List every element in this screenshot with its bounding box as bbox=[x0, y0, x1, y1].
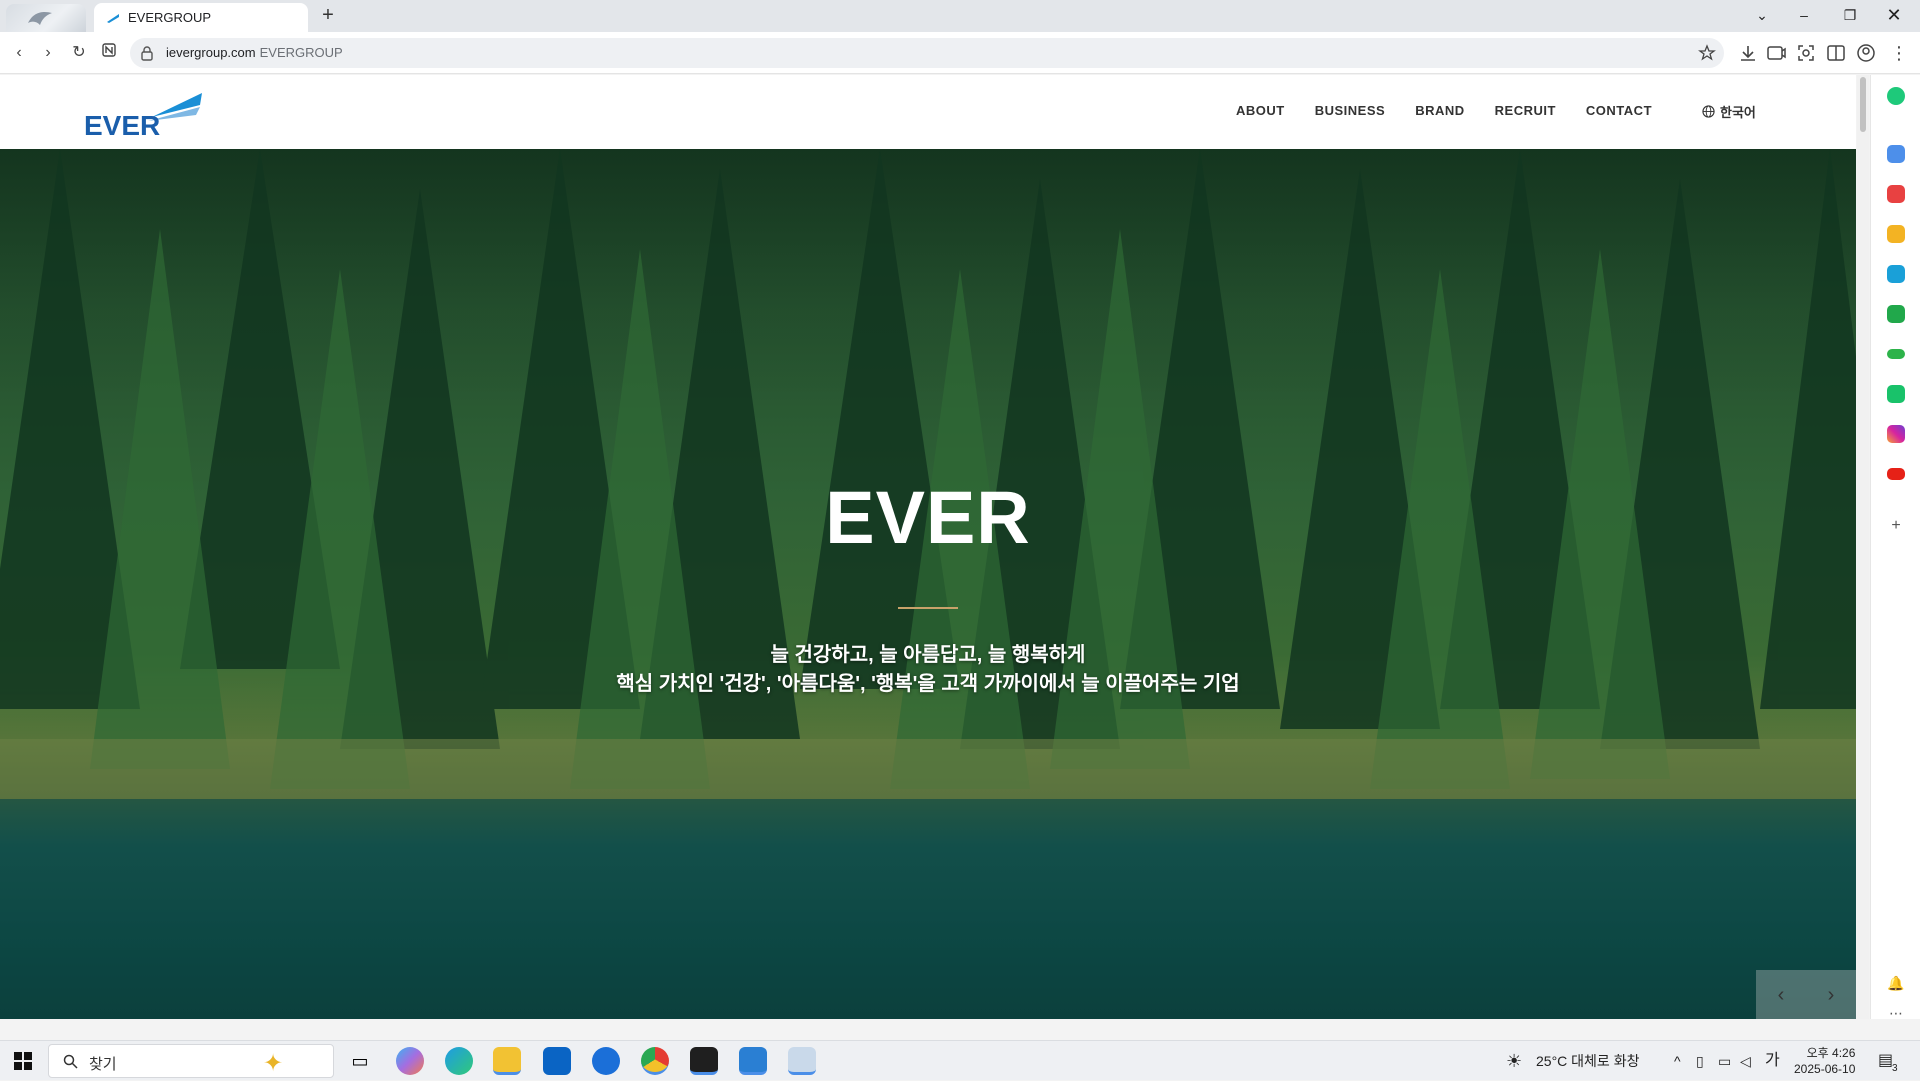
tray-chevron-icon[interactable]: ^ bbox=[1674, 1041, 1681, 1081]
chrome-icon[interactable] bbox=[641, 1047, 669, 1075]
tab-evergroup[interactable]: EVERGROUP bbox=[94, 3, 308, 32]
add-app-icon[interactable]: + bbox=[1887, 517, 1905, 535]
hero-title: EVER bbox=[825, 476, 1031, 559]
nav-about[interactable]: ABOUT bbox=[1236, 103, 1285, 118]
outlook-icon[interactable] bbox=[543, 1047, 571, 1075]
taskbar-search[interactable]: 찾기 ✦ bbox=[48, 1044, 334, 1078]
volume-muted-icon[interactable]: ◁ bbox=[1740, 1041, 1751, 1081]
clock-time: 오후 4:26 bbox=[1806, 1046, 1856, 1060]
notification-count: 3 bbox=[1892, 1063, 1898, 1074]
tab-title: EVERGROUP bbox=[128, 10, 212, 25]
slide-prev-button[interactable]: ‹ bbox=[1756, 970, 1806, 1019]
nav-brand[interactable]: BRAND bbox=[1415, 103, 1464, 118]
notification-icon[interactable]: ▤ bbox=[1878, 1041, 1893, 1081]
chat-app-icon[interactable] bbox=[1887, 385, 1905, 403]
figma-icon[interactable] bbox=[690, 1047, 718, 1075]
address-bar[interactable]: ievergroup.com EVERGROUP bbox=[130, 38, 1724, 68]
close-button[interactable]: ✕ bbox=[1872, 0, 1916, 32]
shopping-app-icon[interactable] bbox=[1887, 305, 1905, 323]
back-button[interactable]: ‹ bbox=[6, 40, 32, 66]
main-nav: ABOUT BUSINESS BRAND RECRUIT CONTACT bbox=[1236, 103, 1682, 118]
windows-start-icon[interactable] bbox=[14, 1052, 32, 1070]
clock-date: 2025-06-10 bbox=[1794, 1062, 1856, 1076]
whale-browser-icon[interactable] bbox=[788, 1047, 816, 1075]
hero-banner bbox=[0, 149, 1856, 1019]
restore-button[interactable]: ❐ bbox=[1828, 0, 1872, 32]
url-text: ievergroup.com EVERGROUP bbox=[166, 45, 343, 60]
stock-app-icon[interactable] bbox=[1887, 349, 1905, 359]
clock[interactable]: 오후 4:26 2025-06-10 bbox=[1794, 1045, 1855, 1077]
green-assistant-icon[interactable] bbox=[1887, 87, 1905, 105]
reload-button[interactable]: ↻ bbox=[66, 40, 92, 66]
search-placeholder: 찾기 bbox=[89, 1056, 117, 1073]
youtube-icon[interactable] bbox=[1887, 468, 1905, 480]
more-apps-icon[interactable]: ⋯ bbox=[1887, 1005, 1905, 1023]
site-header: EVER ABOUT BUSINESS BRAND RECRUIT CONTAC… bbox=[0, 75, 1856, 149]
language-selector[interactable]: 한국어 bbox=[1702, 102, 1756, 121]
search-icon bbox=[63, 1054, 78, 1069]
browser-sidebar: + 🔔 ⋯ bbox=[1870, 75, 1920, 1021]
star-app-icon[interactable] bbox=[1887, 225, 1905, 243]
vscode-icon[interactable] bbox=[739, 1047, 767, 1075]
lock-icon bbox=[141, 46, 153, 61]
instagram-icon[interactable] bbox=[1887, 425, 1905, 443]
bird-icon bbox=[28, 12, 52, 25]
screenshot-icon[interactable] bbox=[1795, 42, 1817, 64]
slide-next-button[interactable]: › bbox=[1806, 970, 1856, 1019]
new-tab-button[interactable]: + bbox=[316, 4, 340, 28]
edge-browser-icon[interactable] bbox=[445, 1047, 473, 1075]
tab-search-icon[interactable]: ⌄ bbox=[1740, 0, 1784, 32]
forest-background-image bbox=[0, 149, 1856, 1019]
weather-text[interactable]: 25°C 대체로 화창 bbox=[1536, 1041, 1639, 1081]
naver-icon[interactable] bbox=[96, 40, 122, 66]
page-scrollbar[interactable] bbox=[1857, 75, 1869, 1019]
hero-description: 핵심 가치인 '건강', '아름다움', '행복'을 고객 가까이에서 늘 이끌… bbox=[616, 673, 1240, 695]
web-page: EVER ABOUT BUSINESS BRAND RECRUIT CONTAC… bbox=[0, 75, 1856, 1019]
svg-text:EVER: EVER bbox=[84, 110, 160, 137]
browser-toolbar: ‹ › ↻ ievergroup.com EVERGROUP ⋮ bbox=[0, 32, 1920, 74]
copilot-sparkle-icon: ✦ bbox=[263, 1050, 284, 1077]
capture-icon[interactable] bbox=[1765, 42, 1787, 64]
nav-contact[interactable]: CONTACT bbox=[1586, 103, 1652, 118]
display-icon[interactable]: ▭ bbox=[1718, 1041, 1731, 1081]
pocket-app-icon[interactable] bbox=[1887, 185, 1905, 203]
hero-divider bbox=[898, 607, 958, 609]
ime-indicator[interactable]: 가 bbox=[1765, 1041, 1780, 1081]
mail-app-icon[interactable] bbox=[1887, 145, 1905, 163]
app-arrow-icon[interactable] bbox=[592, 1047, 620, 1075]
file-explorer-icon[interactable] bbox=[493, 1047, 521, 1075]
ever-logo[interactable]: EVER bbox=[84, 91, 204, 142]
download-icon[interactable] bbox=[1737, 42, 1759, 64]
tab-group-thumbnail[interactable] bbox=[6, 4, 86, 32]
windows-taskbar: 찾기 ✦ ▭ ☀ 25°C 대체로 화창 ^ ▯ ▭ ◁ 가 오후 4:26 2… bbox=[0, 1040, 1920, 1080]
evergroup-favicon-icon bbox=[107, 13, 119, 23]
browser-tab-bar: EVERGROUP + ⌄ – ❐ ✕ bbox=[0, 0, 1920, 32]
forward-button[interactable]: › bbox=[35, 40, 61, 66]
globe-icon bbox=[1702, 105, 1715, 118]
split-view-icon[interactable] bbox=[1825, 42, 1847, 64]
nav-business[interactable]: BUSINESS bbox=[1315, 103, 1385, 118]
nav-recruit[interactable]: RECRUIT bbox=[1495, 103, 1556, 118]
scrollbar-thumb[interactable] bbox=[1860, 77, 1866, 132]
minimize-button[interactable]: – bbox=[1782, 0, 1826, 32]
copilot-icon[interactable] bbox=[396, 1047, 424, 1075]
weather-icon[interactable]: ☀ bbox=[1506, 1041, 1522, 1081]
profile-icon[interactable] bbox=[1855, 42, 1877, 64]
bell-icon[interactable]: 🔔 bbox=[1887, 975, 1905, 993]
task-view-icon[interactable]: ▭ bbox=[346, 1047, 374, 1075]
bookmark-star-icon[interactable] bbox=[1698, 44, 1716, 62]
edge-app-icon[interactable] bbox=[1887, 265, 1905, 283]
hero-tagline: 늘 건강하고, 늘 아름답고, 늘 행복하게 bbox=[770, 644, 1086, 666]
network-icon[interactable]: ▯ bbox=[1696, 1041, 1704, 1081]
language-label: 한국어 bbox=[1720, 105, 1756, 120]
more-menu-icon[interactable]: ⋮ bbox=[1886, 40, 1912, 66]
